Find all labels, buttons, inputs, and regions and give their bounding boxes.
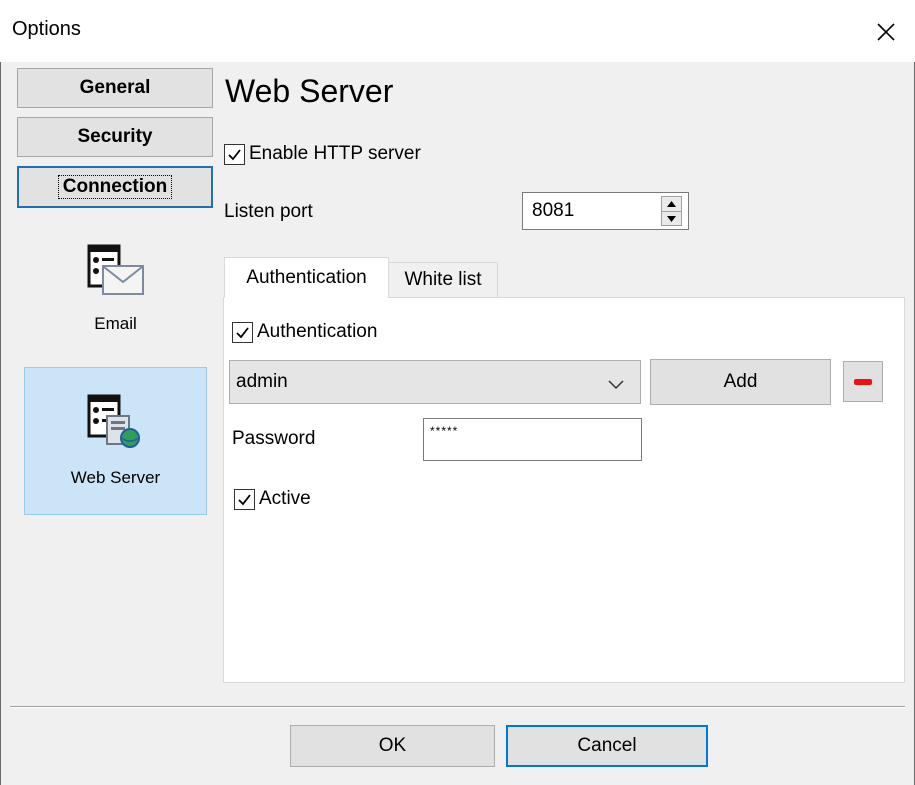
email-settings-icon (87, 244, 144, 295)
authentication-checkbox-box[interactable] (232, 321, 253, 343)
category-security-label: Security (77, 126, 153, 147)
spin-down-icon[interactable] (662, 212, 681, 226)
chevron-down-icon[interactable] (608, 374, 624, 396)
listen-port-label: Listen port (224, 201, 313, 222)
remove-user-button[interactable] (843, 361, 883, 402)
active-checkbox[interactable]: Active (234, 488, 311, 510)
active-checkbox-box[interactable] (234, 488, 255, 510)
category-general-label: General (79, 77, 151, 98)
page-title: Web Server (225, 73, 394, 109)
window-title: Options (12, 18, 81, 40)
authentication-label: Authentication (257, 321, 378, 342)
sidebar-item-web-server-label: Web Server (70, 468, 161, 487)
tab-authentication[interactable]: Authentication (224, 257, 389, 298)
spin-up-icon[interactable] (662, 197, 681, 211)
password-label: Password (232, 428, 316, 449)
close-button[interactable] (868, 14, 904, 50)
checkmark-icon (236, 326, 249, 338)
password-value: ***** (430, 424, 459, 438)
category-connection-label: Connection (57, 175, 173, 199)
remove-icon (854, 378, 872, 385)
listen-port-value: 8081 (532, 200, 575, 221)
title-bar (0, 0, 915, 62)
cancel-label: Cancel (577, 735, 637, 756)
cancel-button[interactable]: Cancel (506, 725, 708, 767)
tab-panel-authentication (223, 297, 905, 683)
sidebar-item-web-server[interactable]: Web Server (24, 367, 207, 515)
enable-http-checkbox[interactable]: Enable HTTP server (224, 143, 421, 165)
ok-button[interactable]: OK (290, 725, 495, 767)
checkmark-icon (238, 493, 251, 505)
category-general-button[interactable]: General (17, 68, 213, 108)
web-server-icon (87, 394, 140, 448)
close-icon (877, 23, 895, 41)
enable-http-checkbox-box[interactable] (224, 143, 245, 165)
sidebar-item-email-label: Email (94, 314, 137, 333)
footer-divider (10, 706, 905, 708)
category-connection-button[interactable]: Connection (17, 166, 213, 208)
checkmark-icon (228, 148, 241, 160)
tab-white-list[interactable]: White list (388, 262, 498, 297)
category-security-button[interactable]: Security (17, 117, 213, 157)
add-user-label: Add (723, 371, 758, 392)
add-user-button[interactable]: Add (650, 359, 831, 405)
sidebar-item-email[interactable]: Email (24, 240, 207, 340)
tab-authentication-label: Authentication (246, 267, 367, 288)
enable-http-label: Enable HTTP server (249, 143, 421, 164)
tab-white-list-label: White list (404, 269, 482, 290)
user-select[interactable] (229, 360, 641, 404)
user-select-value: admin (236, 371, 288, 392)
ok-label: OK (378, 735, 407, 756)
authentication-checkbox[interactable]: Authentication (232, 321, 377, 343)
active-label: Active (259, 488, 311, 509)
listen-port-spinner[interactable] (661, 196, 682, 226)
